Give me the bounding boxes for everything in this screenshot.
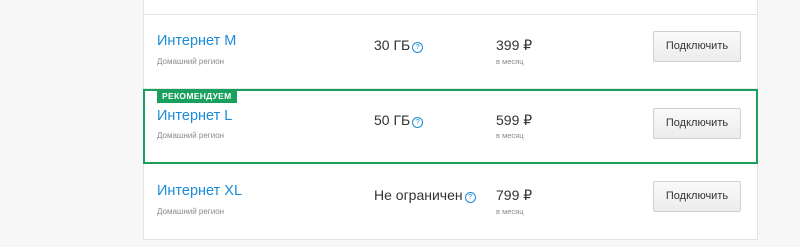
tariff-volume: 30 ГБ? [374,37,424,53]
tariff-period: в месяц [496,131,524,140]
tariff-row-recommended: РЕКОМЕНДУЕМ Интернет L Домашний регион 5… [143,89,758,164]
tariff-name-link[interactable]: Интернет XL [157,183,242,199]
tariff-price: 599 ₽ [496,112,533,128]
connect-button[interactable]: Подключить [653,181,741,212]
connect-button[interactable]: Подключить [653,31,741,62]
recommended-badge: РЕКОМЕНДУЕМ [157,90,237,103]
tariff-period: в месяц [496,207,524,216]
tariff-volume: 50 ГБ? [374,112,424,128]
tariff-volume-value: Не ограничен [374,187,463,203]
info-icon[interactable]: ? [412,117,424,128]
connect-button[interactable]: Подключить [653,108,741,139]
tariff-volume-value: 50 ГБ [374,112,411,128]
tariff-price: 399 ₽ [496,37,533,53]
tariff-name-link[interactable]: Интернет L [157,108,232,124]
tariff-price: 799 ₽ [496,187,533,203]
info-icon[interactable]: ? [464,192,476,203]
tariff-region: Домашний регион [157,57,225,66]
tariff-row: Интернет XL Домашний регион Не ограничен… [144,165,757,239]
tariff-period: в месяц [496,57,524,66]
tariff-row: Интернет M Домашний регион 30 ГБ? 399 ₽ … [144,15,757,89]
tariff-volume: Не ограничен? [374,187,476,203]
tariff-region: Домашний регион [157,131,225,140]
tariff-volume-value: 30 ГБ [374,37,411,53]
tariff-name-link[interactable]: Интернет M [157,33,236,49]
tariff-region: Домашний регион [157,207,225,216]
tariff-list: Интернет M Домашний регион 30 ГБ? 399 ₽ … [143,0,758,240]
info-icon[interactable]: ? [412,42,424,53]
